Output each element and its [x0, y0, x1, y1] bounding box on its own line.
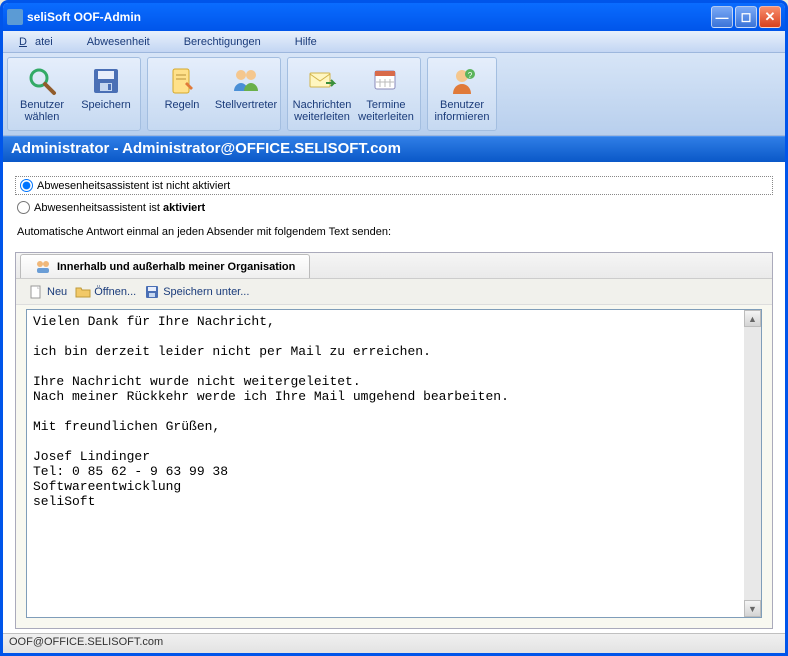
reply-tab-container: Innerhalb und außerhalb meiner Organisat… — [15, 252, 773, 629]
new-label: Neu — [47, 286, 67, 298]
radio-activated-row[interactable]: Abwesenheitsassistent ist aktiviert — [15, 201, 773, 214]
scroll-down-button[interactable]: ▼ — [744, 600, 761, 617]
save-as-label: Speichern unter... — [163, 286, 249, 298]
inform-user-label: Benutzerinformieren — [434, 99, 489, 123]
rules-button[interactable]: Regeln — [151, 61, 213, 127]
reply-text-wrap: Vielen Dank für Ihre Nachricht, ich bin … — [26, 309, 762, 618]
save-button[interactable]: Speichern — [75, 61, 137, 127]
rules-label: Regeln — [165, 99, 200, 111]
menubar: Datei Abwesenheit Berechtigungen Hilfe — [3, 31, 785, 53]
statusbar: OOF@OFFICE.SELISOFT.com — [3, 633, 785, 653]
radio-not-activated-row[interactable]: Abwesenheitsassistent ist nicht aktivier… — [15, 176, 773, 195]
menu-abwesenheit[interactable]: Abwesenheit — [71, 34, 166, 50]
forward-appointments-button[interactable]: Termineweiterleiten — [355, 61, 417, 127]
titlebar: seliSoft OOF-Admin — ◻ ✕ — [3, 3, 785, 31]
minimize-button[interactable]: — — [711, 6, 733, 28]
save-as-button[interactable]: Speichern unter... — [144, 284, 249, 300]
forward-messages-label: Nachrichtenweiterleiten — [293, 99, 352, 123]
svg-text:?: ? — [468, 71, 473, 80]
folder-open-icon — [75, 284, 91, 300]
toolgroup-main: Benutzerwählen Speichern — [7, 57, 141, 131]
rules-icon — [166, 65, 198, 97]
toolgroup-rules: Regeln Stellvertreter — [147, 57, 281, 131]
toolgroup-forward: Nachrichtenweiterleiten Termineweiterlei… — [287, 57, 421, 131]
maximize-button[interactable]: ◻ — [735, 6, 757, 28]
delegates-button[interactable]: Stellvertreter — [215, 61, 277, 127]
radio-not-activated-label: Abwesenheitsassistent ist nicht aktivier… — [37, 180, 230, 192]
radio-not-activated[interactable] — [20, 179, 33, 192]
toolbar: Benutzerwählen Speichern Regeln Stel — [3, 53, 785, 136]
tab-header: Innerhalb und außerhalb meiner Organisat… — [16, 253, 772, 279]
tab-label: Innerhalb und außerhalb meiner Organisat… — [57, 261, 295, 273]
user-info-icon: ? — [446, 65, 478, 97]
toolgroup-inform: ? Benutzerinformieren — [427, 57, 497, 131]
forward-messages-button[interactable]: Nachrichtenweiterleiten — [291, 61, 353, 127]
editor-toolbar: Neu Öffnen... Speichern unter... — [16, 279, 772, 305]
scroll-track[interactable] — [744, 327, 761, 600]
window-title: seliSoft OOF-Admin — [27, 10, 711, 24]
vertical-scrollbar[interactable]: ▲ ▼ — [744, 310, 761, 617]
forward-appointments-label: Termineweiterleiten — [358, 99, 414, 123]
menu-datei[interactable]: Datei — [11, 34, 69, 50]
select-user-button[interactable]: Benutzerwählen — [11, 61, 73, 127]
calendar-forward-icon — [370, 65, 402, 97]
radio-activated[interactable] — [17, 201, 30, 214]
save-label: Speichern — [81, 99, 131, 111]
app-window: seliSoft OOF-Admin — ◻ ✕ Datei Abwesenhe… — [0, 0, 788, 656]
tab-inside-outside[interactable]: Innerhalb und außerhalb meiner Organisat… — [20, 254, 310, 278]
content-area: Abwesenheitsassistent ist nicht aktivier… — [3, 162, 785, 633]
floppy-small-icon — [144, 284, 160, 300]
mail-forward-icon — [306, 65, 338, 97]
floppy-icon — [90, 65, 122, 97]
new-button[interactable]: Neu — [28, 284, 67, 300]
inform-user-button[interactable]: ? Benutzerinformieren — [431, 61, 493, 127]
open-button[interactable]: Öffnen... — [75, 284, 136, 300]
close-button[interactable]: ✕ — [759, 6, 781, 28]
reply-text-area[interactable]: Vielen Dank für Ihre Nachricht, ich bin … — [27, 310, 744, 617]
menu-hilfe[interactable]: Hilfe — [279, 34, 333, 50]
new-doc-icon — [28, 284, 44, 300]
select-user-label: Benutzerwählen — [20, 99, 64, 123]
admin-header: Administrator - Administrator@OFFICE.SEL… — [3, 136, 785, 162]
app-icon — [7, 9, 23, 25]
scroll-up-button[interactable]: ▲ — [744, 310, 761, 327]
delegates-label: Stellvertreter — [215, 99, 277, 111]
open-label: Öffnen... — [94, 286, 136, 298]
menu-berechtigungen[interactable]: Berechtigungen — [168, 34, 277, 50]
people-icon — [230, 65, 262, 97]
window-buttons: — ◻ ✕ — [711, 6, 781, 28]
radio-activated-label: Abwesenheitsassistent ist aktiviert — [34, 202, 205, 214]
tab-people-icon — [35, 259, 51, 275]
magnifier-icon — [26, 65, 58, 97]
auto-reply-description: Automatische Antwort einmal an jeden Abs… — [17, 226, 773, 238]
